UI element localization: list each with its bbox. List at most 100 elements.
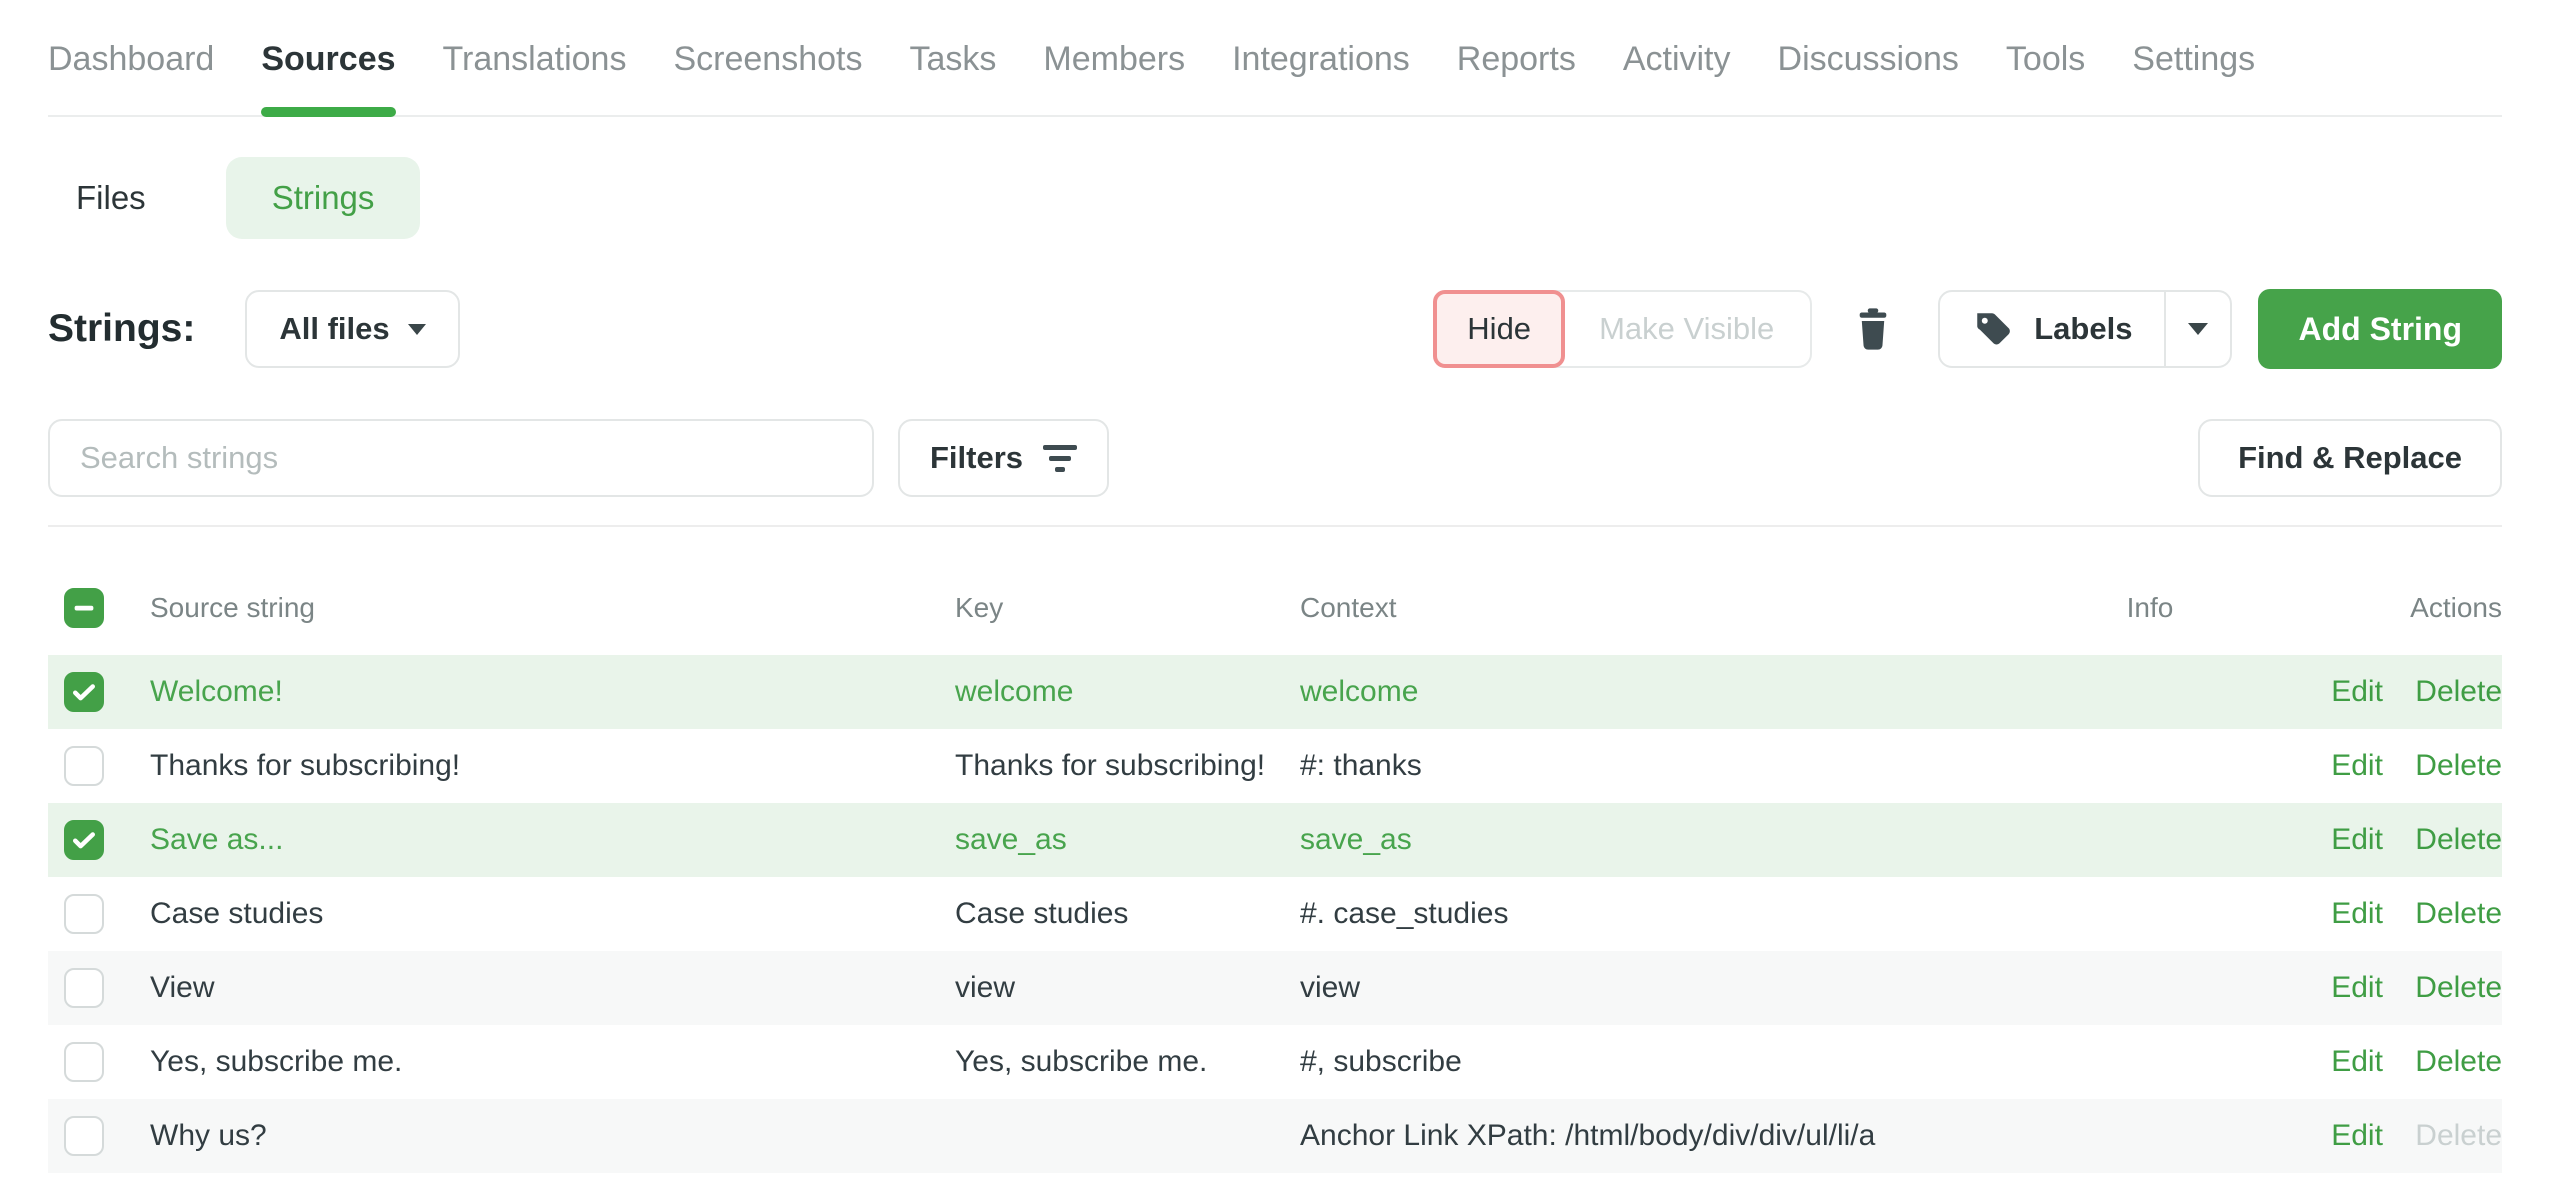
nav-discussions[interactable]: Discussions: [1778, 40, 1959, 115]
nav-dashboard[interactable]: Dashboard: [48, 40, 214, 115]
header-source-string[interactable]: Source string: [150, 592, 955, 624]
table-row: Case studies Case studies #. case_studie…: [48, 877, 2502, 951]
tab-strings[interactable]: Strings: [226, 157, 421, 239]
delete-link[interactable]: Delete: [2415, 749, 2502, 782]
cell-source[interactable]: Case studies: [150, 897, 955, 931]
cell-source[interactable]: Thanks for subscribing!: [150, 749, 955, 783]
nav-settings[interactable]: Settings: [2132, 40, 2255, 115]
project-nav: Dashboard Sources Translations Screensho…: [48, 0, 2502, 117]
page-title: Strings:: [48, 307, 195, 351]
cell-source[interactable]: View: [150, 971, 955, 1005]
labels-dropdown-toggle[interactable]: [2164, 292, 2230, 366]
nav-tools[interactable]: Tools: [2006, 40, 2085, 115]
find-replace-button[interactable]: Find & Replace: [2198, 419, 2502, 497]
cell-key: Case studies: [955, 897, 1300, 931]
strings-page: Dashboard Sources Translations Screensho…: [0, 0, 2550, 1173]
filters-button-label: Filters: [930, 440, 1023, 476]
hide-button[interactable]: Hide: [1433, 290, 1565, 368]
cell-context: #: thanks: [1300, 749, 2040, 783]
header-info: Info: [2040, 592, 2260, 624]
cell-context: Anchor Link XPath: /html/body/div/div/ul…: [1300, 1119, 2040, 1153]
sources-subtabs: Files Strings: [48, 157, 2502, 239]
filters-button[interactable]: Filters: [898, 419, 1109, 497]
table-header-row: Source string Key Context Info Actions: [48, 527, 2502, 655]
nav-reports[interactable]: Reports: [1457, 40, 1576, 115]
cell-key: Thanks for subscribing!: [955, 749, 1300, 783]
table-row: Welcome! welcome welcome Edit Delete: [48, 655, 2502, 729]
indeterminate-icon: [69, 593, 99, 623]
delete-link[interactable]: Delete: [2415, 675, 2502, 708]
trash-icon: [1852, 305, 1894, 353]
delete-link[interactable]: Delete: [2415, 1045, 2502, 1078]
check-icon: [69, 825, 99, 855]
nav-tasks[interactable]: Tasks: [909, 40, 996, 115]
toolbar-actions: Hide Make Visible Labels: [1433, 289, 2502, 369]
delete-link[interactable]: Delete: [2415, 971, 2502, 1004]
tab-files[interactable]: Files: [48, 179, 174, 217]
edit-link[interactable]: Edit: [2331, 823, 2383, 856]
visibility-button-group: Hide Make Visible: [1433, 290, 1812, 368]
cell-key: save_as: [955, 823, 1300, 857]
header-key[interactable]: Key: [955, 592, 1300, 624]
file-filter-dropdown[interactable]: All files: [245, 290, 459, 368]
edit-link[interactable]: Edit: [2331, 971, 2383, 1004]
header-actions: Actions: [2260, 592, 2502, 624]
chevron-down-icon: [2188, 323, 2208, 335]
labels-button[interactable]: Labels: [1940, 292, 2164, 366]
search-row: Filters Find & Replace: [48, 419, 2502, 497]
cell-context: save_as: [1300, 823, 2040, 857]
cell-source[interactable]: Save as...: [150, 823, 955, 857]
table-row: View view view Edit Delete: [48, 951, 2502, 1025]
edit-link[interactable]: Edit: [2331, 897, 2383, 930]
header-context[interactable]: Context: [1300, 592, 2040, 624]
labels-button-label: Labels: [2034, 311, 2132, 347]
cell-key: view: [955, 971, 1300, 1005]
table-row: Save as... save_as save_as Edit Delete: [48, 803, 2502, 877]
file-filter-label: All files: [279, 311, 389, 347]
row-checkbox[interactable]: [64, 672, 104, 712]
nav-translations[interactable]: Translations: [443, 40, 627, 115]
delete-link[interactable]: Delete: [2415, 897, 2502, 930]
edit-link[interactable]: Edit: [2331, 1045, 2383, 1078]
strings-table: Source string Key Context Info Actions W…: [48, 527, 2502, 1173]
delete-link-disabled: Delete: [2415, 1119, 2502, 1152]
delete-link[interactable]: Delete: [2415, 823, 2502, 856]
cell-source[interactable]: Yes, subscribe me.: [150, 1045, 955, 1079]
nav-members[interactable]: Members: [1043, 40, 1185, 115]
tag-icon: [1972, 308, 2014, 350]
add-string-button[interactable]: Add String: [2258, 289, 2502, 369]
table-row: Thanks for subscribing! Thanks for subsc…: [48, 729, 2502, 803]
delete-strings-button[interactable]: [1852, 305, 1894, 353]
row-checkbox[interactable]: [64, 968, 104, 1008]
nav-screenshots[interactable]: Screenshots: [673, 40, 862, 115]
cell-context: #. case_studies: [1300, 897, 2040, 931]
table-row: Why us? Anchor Link XPath: /html/body/di…: [48, 1099, 2502, 1173]
filter-icon: [1043, 445, 1077, 472]
cell-source[interactable]: Welcome!: [150, 675, 955, 709]
check-icon: [69, 677, 99, 707]
nav-sources[interactable]: Sources: [261, 40, 395, 115]
cell-key: Yes, subscribe me.: [955, 1045, 1300, 1079]
nav-activity[interactable]: Activity: [1623, 40, 1731, 115]
select-all-checkbox[interactable]: [64, 588, 104, 628]
edit-link[interactable]: Edit: [2331, 1119, 2383, 1152]
row-checkbox[interactable]: [64, 820, 104, 860]
cell-source[interactable]: Why us?: [150, 1119, 955, 1153]
cell-context: #, subscribe: [1300, 1045, 2040, 1079]
labels-split-button: Labels: [1938, 290, 2232, 368]
table-row: Yes, subscribe me. Yes, subscribe me. #,…: [48, 1025, 2502, 1099]
row-checkbox[interactable]: [64, 746, 104, 786]
make-visible-button[interactable]: Make Visible: [1563, 292, 1810, 366]
chevron-down-icon: [408, 324, 426, 335]
nav-integrations[interactable]: Integrations: [1232, 40, 1410, 115]
row-checkbox[interactable]: [64, 894, 104, 934]
header-checkbox-cell: [48, 588, 150, 628]
edit-link[interactable]: Edit: [2331, 675, 2383, 708]
cell-context: welcome: [1300, 675, 2040, 709]
search-input[interactable]: [48, 419, 874, 497]
row-checkbox[interactable]: [64, 1042, 104, 1082]
cell-context: view: [1300, 971, 2040, 1005]
cell-key: welcome: [955, 675, 1300, 709]
row-checkbox[interactable]: [64, 1116, 104, 1156]
edit-link[interactable]: Edit: [2331, 749, 2383, 782]
